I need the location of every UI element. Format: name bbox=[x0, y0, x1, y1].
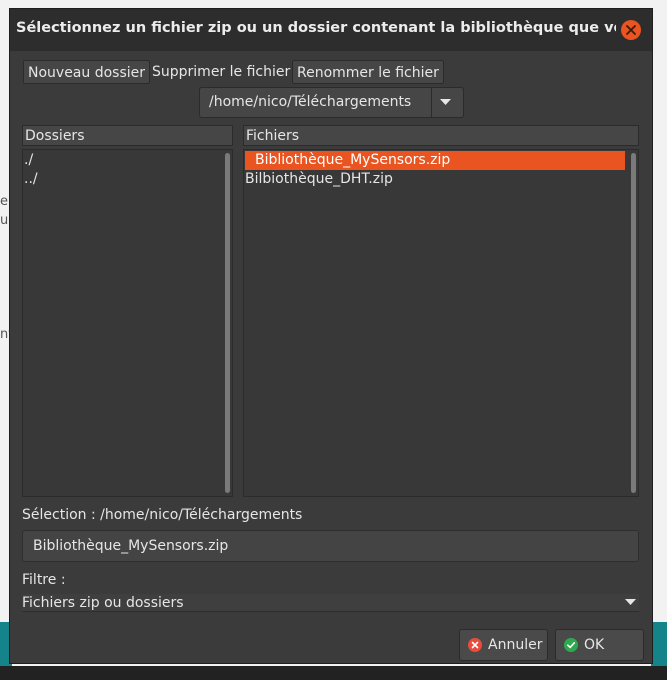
selection-label: Sélection : /home/nico/Téléchargements bbox=[22, 507, 303, 523]
folders-list[interactable]: ./ ../ bbox=[22, 149, 233, 497]
selection-input[interactable]: Bibliothèque_MySensors.zip bbox=[22, 530, 639, 562]
path-selector[interactable]: /home/nico/Téléchargements bbox=[199, 87, 464, 118]
files-header[interactable]: Fichiers bbox=[243, 125, 639, 146]
ok-label: OK bbox=[584, 637, 605, 653]
filter-select[interactable]: Fichiers zip ou dossiers bbox=[22, 594, 639, 612]
chevron-down-icon bbox=[625, 599, 636, 605]
ok-button[interactable]: OK bbox=[555, 629, 644, 661]
close-icon bbox=[626, 25, 636, 35]
background-text: e bbox=[0, 194, 8, 209]
divider bbox=[431, 88, 432, 117]
dialog-title: Sélectionnez un fichier zip ou un dossie… bbox=[16, 20, 616, 36]
filter-value: Fichiers zip ou dossiers bbox=[22, 595, 184, 611]
folders-scrollbar[interactable] bbox=[225, 153, 230, 493]
rename-file-button[interactable]: Renommer le fichier bbox=[292, 60, 444, 84]
file-item-selected[interactable]: Bibliothèque_MySensors.zip bbox=[245, 151, 625, 170]
folders-header[interactable]: Dossiers bbox=[22, 125, 233, 146]
files-scrollbar[interactable] bbox=[631, 153, 636, 493]
folder-item-current[interactable]: ./ bbox=[24, 151, 33, 170]
file-chooser-dialog: Sélectionnez un fichier zip ou un dossie… bbox=[9, 8, 653, 664]
titlebar: Sélectionnez un fichier zip ou un dossie… bbox=[10, 9, 652, 51]
file-item[interactable]: Bilbiothèque_DHT.zip bbox=[245, 170, 393, 189]
cancel-button[interactable]: Annuler bbox=[459, 629, 548, 661]
folder-item-parent[interactable]: ../ bbox=[24, 170, 38, 189]
cancel-icon bbox=[468, 638, 482, 652]
check-icon bbox=[564, 638, 578, 652]
files-list[interactable]: Bibliothèque_MySensors.zip Bilbiothèque_… bbox=[243, 149, 639, 497]
close-button[interactable] bbox=[621, 20, 641, 40]
background-toolbar bbox=[651, 622, 667, 666]
delete-file-button[interactable]: Supprimer le fichier bbox=[148, 60, 294, 84]
filter-label: Filtre : bbox=[22, 572, 66, 588]
background-panel bbox=[0, 666, 667, 680]
cancel-label: Annuler bbox=[488, 637, 543, 653]
path-value: /home/nico/Téléchargements bbox=[209, 94, 412, 110]
chevron-down-icon bbox=[440, 99, 451, 105]
new-folder-button[interactable]: Nouveau dossier bbox=[23, 60, 151, 84]
